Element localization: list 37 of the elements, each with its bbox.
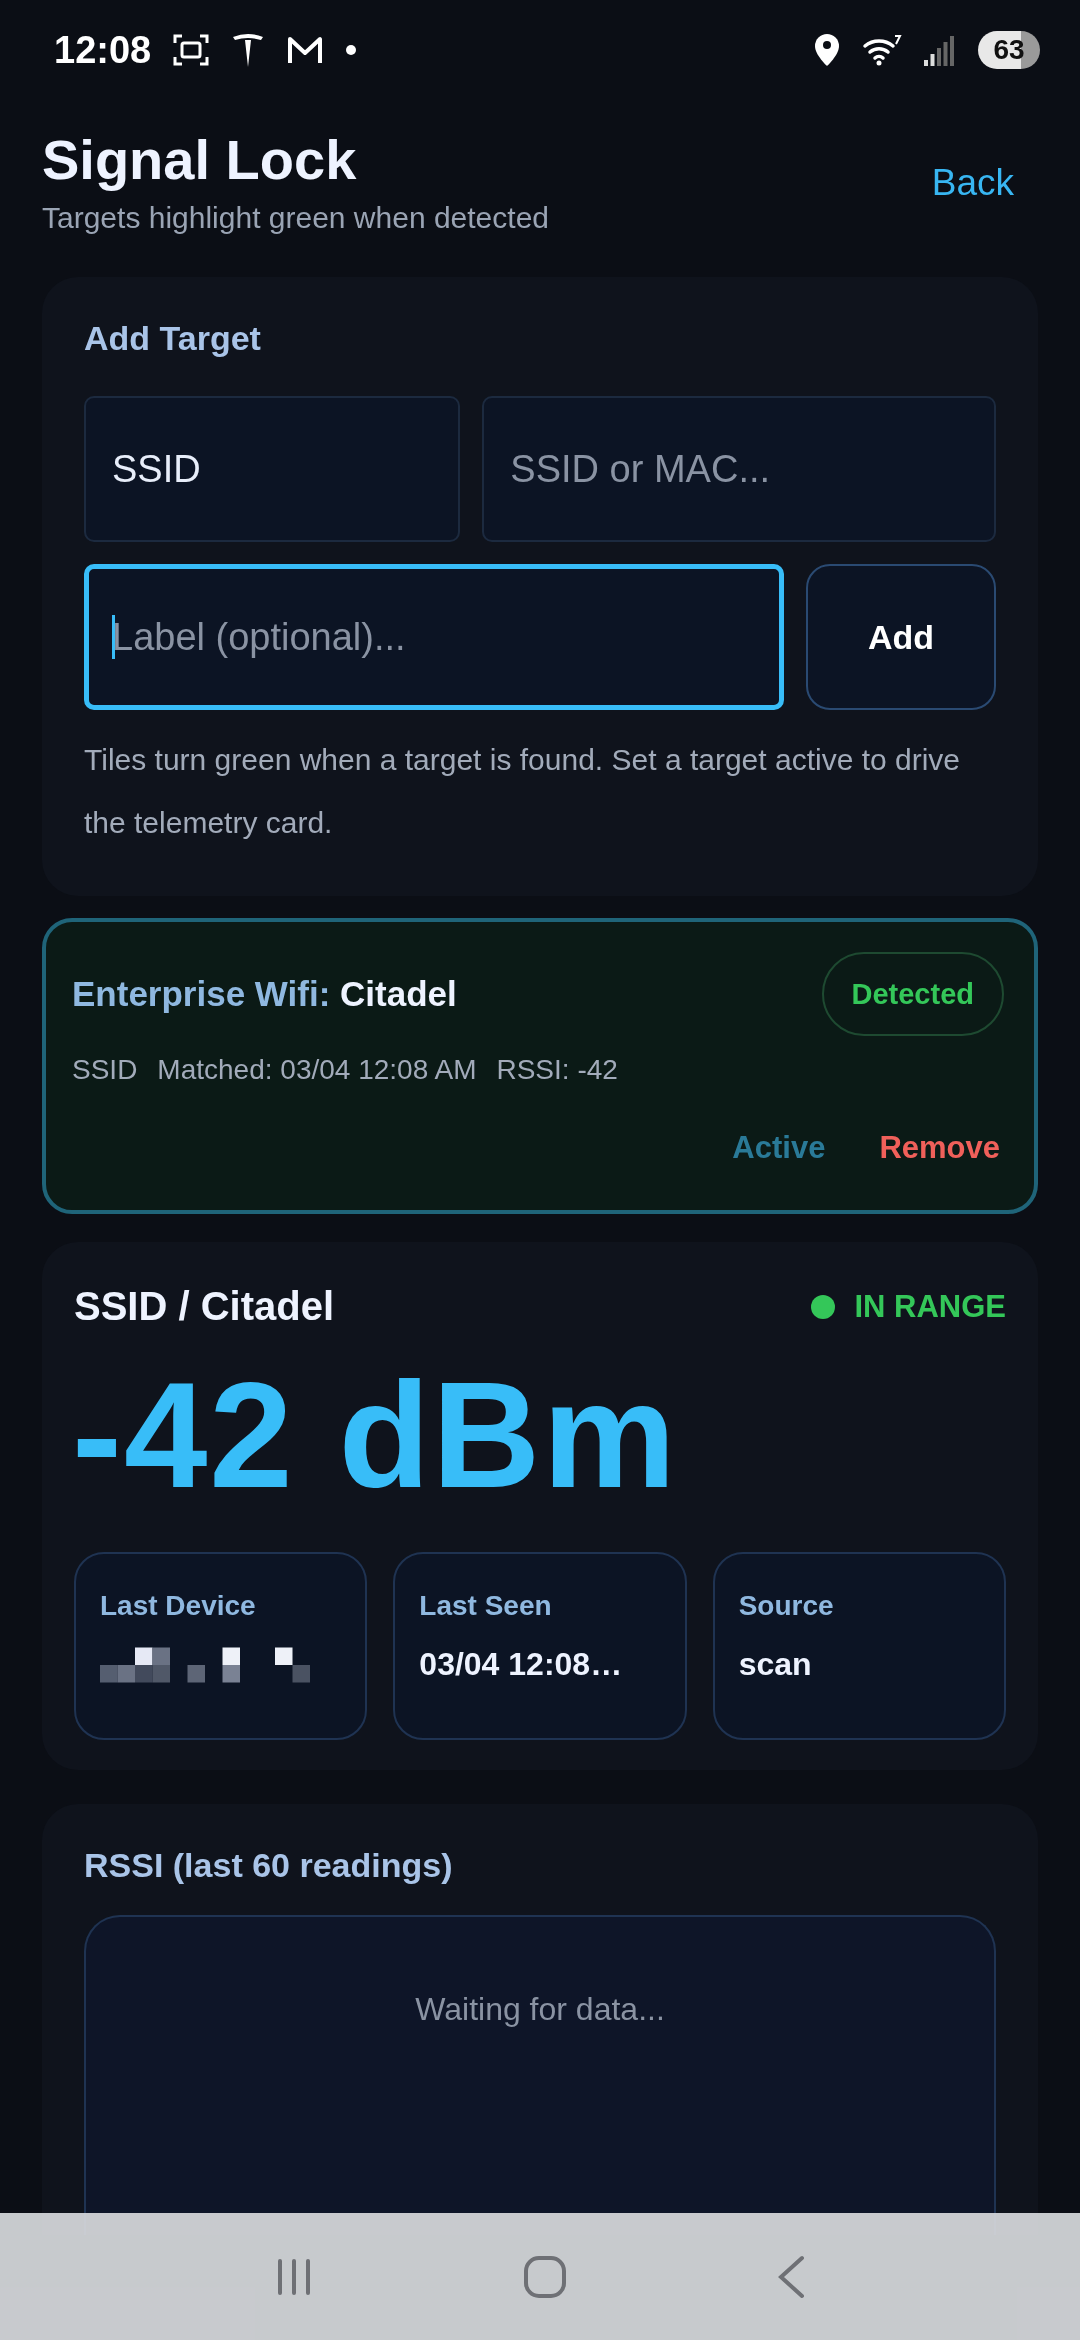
target-input[interactable]: SSID or MAC... [482, 396, 996, 543]
stat-value: scan [738, 1646, 813, 1684]
telemetry-title: SSID / Citadel [74, 1284, 335, 1330]
type-select[interactable]: SSID [84, 396, 461, 543]
location-icon [814, 33, 840, 67]
signal-reading: -42 dBm [72, 1350, 679, 1522]
active-button[interactable]: Active [732, 1130, 826, 1167]
dot-icon [345, 44, 358, 56]
signal-icon [924, 34, 956, 66]
target-meta: SSID [72, 1054, 138, 1087]
stat-label: Last Seen [419, 1590, 553, 1623]
battery-level: 63 [978, 31, 1040, 69]
back-link[interactable]: Back [931, 162, 1014, 204]
target-meta: Matched: 03/04 12:08 AM [157, 1054, 477, 1087]
chart-title: RSSI (last 60 readings) [84, 1846, 454, 1886]
help-text: Tiles turn green when a target is found. Set a target active to drive the telemetry card. [84, 742, 962, 842]
status-time: 12:08 [54, 28, 152, 72]
stat-label: Last Device [100, 1590, 257, 1623]
label-input[interactable]: Label (optional)... [84, 564, 784, 711]
range-status: IN RANGE [854, 1288, 1006, 1325]
section-title: Add Target [84, 319, 262, 359]
status-badge: Detected [821, 952, 1004, 1037]
add-button[interactable]: Add [806, 564, 996, 711]
empty-chart-message: Waiting for data... [415, 1991, 665, 2030]
stat-label: Source [738, 1590, 835, 1623]
wifi-icon [862, 34, 902, 66]
home-icon [523, 2254, 567, 2299]
stat-value: 03/04 12:08… [419, 1646, 624, 1684]
mail-icon [287, 35, 324, 65]
target-title: Enterprise Wifi: Citadel [72, 974, 457, 1015]
remove-button[interactable]: Remove [879, 1130, 1000, 1167]
target-meta: RSSI: -42 [496, 1054, 618, 1087]
page-title: Signal Lock [42, 127, 358, 193]
page-subtitle: Targets highlight green when detected [42, 201, 549, 236]
screenshot-icon [173, 33, 210, 67]
status-dot-icon [810, 1293, 837, 1320]
target-card[interactable]: Enterprise Wifi: Citadel Detected SSID Matched: 03/04 12:08 AM RSSI: -42 Active Remove [42, 918, 1038, 1215]
